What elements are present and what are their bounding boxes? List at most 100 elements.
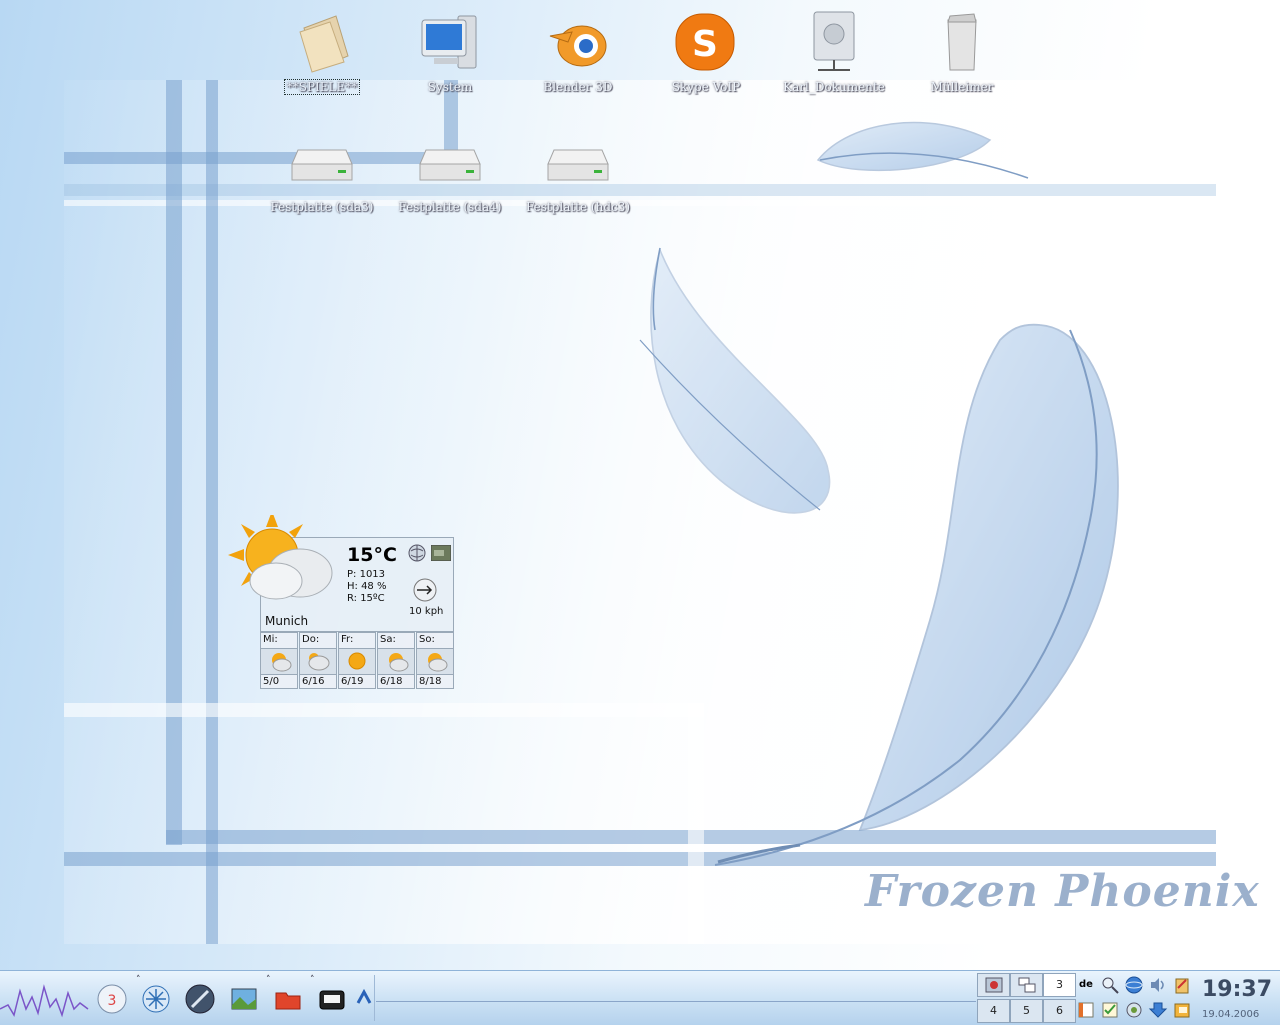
desktop-icon-system[interactable]: System <box>390 10 510 95</box>
wind-speed-text: 10 kph <box>409 606 444 617</box>
image-viewer-icon[interactable] <box>228 983 260 1015</box>
desktop-preview-icon <box>985 977 1002 993</box>
harddisk-icon <box>542 130 614 196</box>
forecast-day: Mi: 5/0 <box>260 632 298 689</box>
real-feel-text: R: 15ºC <box>347 593 385 604</box>
forecast-temps: 5/0 <box>263 676 280 687</box>
search-icon[interactable] <box>1100 976 1120 994</box>
desktop-icon-blender[interactable]: Blender 3D <box>518 10 638 95</box>
pager-desktop-4[interactable]: 4 <box>977 999 1010 1023</box>
satellite-map-icon[interactable] <box>430 544 452 562</box>
taskbar-divider <box>374 975 375 1021</box>
partly-sunny-icon <box>378 648 414 675</box>
cloudy-icon <box>300 648 336 675</box>
system-monitor-graph-icon[interactable] <box>0 979 92 1023</box>
forecast-day: Sa: 6/18 <box>377 632 415 689</box>
desktop-icon-hdc3[interactable]: Festplatte (hdc3) <box>518 130 638 215</box>
desktop-icon-muelleimer[interactable]: Mülleimer <box>902 10 1022 95</box>
icon-label: Blender 3D <box>543 80 613 94</box>
harddisk-icon <box>286 130 358 196</box>
terminal-icon[interactable] <box>316 983 348 1015</box>
wallpaper-brand-text: Frozen Phoenix <box>865 866 1260 917</box>
forecast-day-name: Do: <box>300 633 336 649</box>
computer-icon <box>414 10 486 76</box>
pager-desktop-2[interactable] <box>1010 973 1043 997</box>
feather-artwork <box>639 121 1119 866</box>
forecast-day-name: Mi: <box>261 633 297 649</box>
chevron-up-icon[interactable]: ˄ <box>266 975 276 985</box>
globe-icon[interactable] <box>408 544 426 562</box>
desktop-icon-skype[interactable]: S Skype VoIP <box>646 10 766 95</box>
checklist-icon[interactable] <box>1100 1001 1120 1019</box>
partly-cloudy-icon <box>228 511 338 610</box>
blender-icon <box>542 10 614 76</box>
taskbar-line <box>376 1001 976 1002</box>
network-tool-icon[interactable] <box>140 983 172 1015</box>
notes-icon[interactable] <box>1076 1001 1096 1019</box>
icon-label: Skype VoIP <box>671 80 741 94</box>
taskbar: 3 ˄ ˄ ˄ 3 4 5 6 de 19:37 19.04.2006 <box>0 970 1280 1025</box>
browser-icon[interactable] <box>184 983 216 1015</box>
forecast-temps: 6/18 <box>380 676 403 687</box>
desktop-icon-sda4[interactable]: Festplatte (sda4) <box>390 130 510 215</box>
desktop-icon-sda3[interactable]: Festplatte (sda3) <box>262 130 382 215</box>
download-icon[interactable] <box>1148 1001 1168 1019</box>
folder-icon <box>286 10 358 76</box>
keyboard-layout-label: de <box>1079 979 1093 990</box>
wind-direction-icon <box>413 578 437 602</box>
humidity-text: H: 48 % <box>347 581 387 592</box>
forecast-row: Mi: 5/0 Do: 6/16 Fr: 6/19 Sa: 6/18 So: 8… <box>260 632 454 689</box>
chevron-up-icon[interactable]: ˄ <box>136 975 146 985</box>
forecast-temps: 6/16 <box>302 676 325 687</box>
file-manager-icon[interactable] <box>272 983 304 1015</box>
weather-widget[interactable]: 15°C P: 1013 H: 48 % R: 15ºC 10 kph Muni… <box>228 511 458 695</box>
clock-date[interactable]: 19.04.2006 <box>1202 1009 1259 1020</box>
icon-label: Mülleimer <box>930 80 994 94</box>
calendar-icon[interactable]: 3 <box>96 983 128 1015</box>
icon-label: Festplatte (sda3) <box>270 200 374 214</box>
sunny-icon <box>339 648 375 675</box>
harddisk-icon <box>414 130 486 196</box>
partly-sunny-icon <box>261 648 297 675</box>
current-temperature: 15°C <box>347 544 397 566</box>
pager-desktop-1[interactable] <box>977 973 1010 997</box>
city-name: Munich <box>265 614 309 628</box>
forecast-temps: 8/18 <box>419 676 442 687</box>
forecast-temps: 6/19 <box>341 676 364 687</box>
pager-desktop-3[interactable]: 3 <box>1043 973 1076 997</box>
network-icon[interactable] <box>1124 976 1144 994</box>
pressure-text: P: 1013 <box>347 569 386 580</box>
pager-desktop-5[interactable]: 5 <box>1010 999 1043 1023</box>
desktop-icon-karl-dokumente[interactable]: Karl_Dokumente <box>774 10 894 95</box>
icon-label: Festplatte (hdc3) <box>525 200 631 214</box>
address-book-icon[interactable] <box>1172 1001 1192 1019</box>
icon-label: Festplatte (sda4) <box>398 200 502 214</box>
chevron-up-icon[interactable]: ˄ <box>310 975 320 985</box>
keyboard-layout-indicator[interactable]: de <box>1076 976 1096 994</box>
arrow-up-icon[interactable] <box>356 988 372 1005</box>
svg-text:3: 3 <box>108 993 117 1009</box>
clock-time[interactable]: 19:37 <box>1202 977 1272 1002</box>
window-preview-icon <box>1018 977 1035 993</box>
small-feather-icon <box>816 121 1029 179</box>
desktop-background: **SPIELE** System Blender 3D S Skype VoI… <box>0 0 1280 970</box>
forecast-day: Fr: 6/19 <box>338 632 376 689</box>
trash-icon <box>926 10 998 76</box>
icon-label: System <box>427 80 473 94</box>
forecast-day: So: 8/18 <box>416 632 454 689</box>
icon-label: Karl_Dokumente <box>783 80 885 94</box>
forecast-day: Do: 6/16 <box>299 632 337 689</box>
pager-desktop-6[interactable]: 6 <box>1043 999 1076 1023</box>
forecast-day-name: Fr: <box>339 633 375 649</box>
package-manager-icon[interactable] <box>1124 1001 1144 1019</box>
clipboard-icon[interactable] <box>1172 976 1192 994</box>
desktop-icon-spiele[interactable]: **SPIELE** <box>262 10 382 95</box>
skype-icon: S <box>670 10 742 76</box>
network-drive-icon <box>798 10 870 76</box>
icon-label: **SPIELE** <box>283 79 361 95</box>
forecast-day-name: Sa: <box>378 633 414 649</box>
forecast-day-name: So: <box>417 633 453 649</box>
volume-icon[interactable] <box>1148 976 1168 994</box>
svg-text:S: S <box>692 24 718 65</box>
medium-feather-icon <box>639 247 831 514</box>
